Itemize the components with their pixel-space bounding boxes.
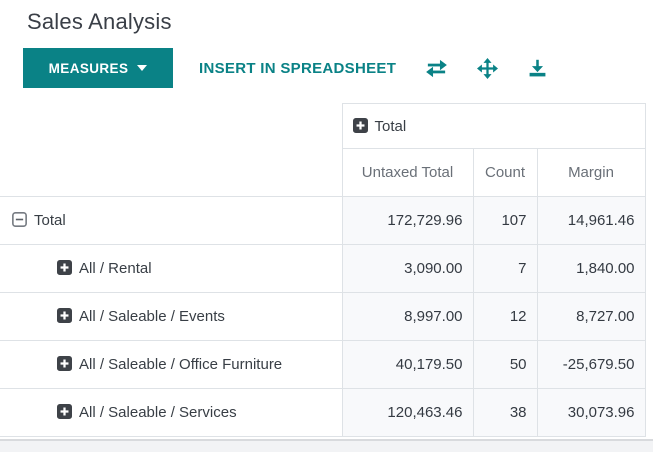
cell-untaxed-total: 172,729.96 bbox=[341, 196, 474, 245]
download-button[interactable] bbox=[528, 59, 547, 78]
measure-header-count[interactable]: Count bbox=[472, 148, 538, 197]
cell-untaxed-total: 8,997.00 bbox=[341, 292, 474, 341]
pivot-toolbar: MEASURES INSERT IN SPREADSHEET bbox=[23, 48, 653, 88]
cell-margin: 30,073.96 bbox=[536, 388, 646, 437]
measure-header-margin[interactable]: Margin bbox=[536, 148, 646, 197]
row-label: All / Saleable / Services bbox=[79, 404, 237, 421]
table-row: All / Saleable / Office Furniture 40,179… bbox=[0, 340, 646, 389]
measure-header-untaxed-total[interactable]: Untaxed Total bbox=[341, 148, 474, 197]
plus-square-icon[interactable] bbox=[352, 117, 368, 133]
download-icon bbox=[528, 59, 547, 78]
row-label: All / Saleable / Office Furniture bbox=[79, 356, 283, 373]
cell-margin: -25,679.50 bbox=[536, 340, 646, 389]
table-row: All / Rental 3,090.00 7 1,840.00 bbox=[0, 244, 646, 293]
plus-square-icon[interactable] bbox=[57, 404, 72, 419]
expand-all-button[interactable] bbox=[477, 57, 499, 79]
plus-square-icon[interactable] bbox=[57, 260, 72, 275]
insert-in-spreadsheet-button[interactable]: INSERT IN SPREADSHEET bbox=[199, 60, 396, 77]
cell-count: 38 bbox=[472, 388, 538, 437]
row-header-all-saleable-office-furniture[interactable]: All / Saleable / Office Furniture bbox=[0, 340, 342, 389]
pivot-corner-cell bbox=[0, 148, 342, 197]
cell-untaxed-total: 120,463.46 bbox=[341, 388, 474, 437]
next-row-edge bbox=[0, 439, 653, 452]
plus-square-icon[interactable] bbox=[57, 356, 72, 371]
cell-margin: 14,961.46 bbox=[536, 196, 646, 245]
move-arrows-icon bbox=[477, 57, 499, 79]
pivot-corner-cell bbox=[0, 103, 342, 149]
flip-axis-button[interactable] bbox=[426, 59, 448, 78]
measures-button[interactable]: MEASURES bbox=[23, 48, 173, 88]
row-label: Total bbox=[34, 212, 66, 229]
table-row: All / Saleable / Services 120,463.46 38 … bbox=[0, 388, 646, 437]
column-group-header-total[interactable]: Total bbox=[341, 103, 646, 149]
minus-square-icon[interactable] bbox=[12, 212, 27, 227]
table-row: Total 172,729.96 107 14,961.46 bbox=[0, 196, 646, 245]
cell-untaxed-total: 40,179.50 bbox=[341, 340, 474, 389]
plus-square-icon[interactable] bbox=[57, 308, 72, 323]
caret-down-icon bbox=[137, 65, 148, 71]
row-header-total[interactable]: Total bbox=[0, 196, 342, 245]
table-row: All / Saleable / Events 8,997.00 12 8,72… bbox=[0, 292, 646, 341]
page-title: Sales Analysis bbox=[27, 9, 172, 34]
exchange-arrows-icon bbox=[426, 59, 448, 78]
row-label: All / Saleable / Events bbox=[79, 308, 225, 325]
cell-count: 12 bbox=[472, 292, 538, 341]
row-header-all-saleable-services[interactable]: All / Saleable / Services bbox=[0, 388, 342, 437]
cell-count: 50 bbox=[472, 340, 538, 389]
measures-button-label: MEASURES bbox=[48, 60, 129, 76]
cell-untaxed-total: 3,090.00 bbox=[341, 244, 474, 293]
row-header-all-rental[interactable]: All / Rental bbox=[0, 244, 342, 293]
cell-margin: 8,727.00 bbox=[536, 292, 646, 341]
row-header-all-saleable-events[interactable]: All / Saleable / Events bbox=[0, 292, 342, 341]
cell-count: 7 bbox=[472, 244, 538, 293]
cell-margin: 1,840.00 bbox=[536, 244, 646, 293]
column-group-label: Total bbox=[374, 117, 407, 135]
row-label: All / Rental bbox=[79, 260, 152, 277]
pivot-table: Total Untaxed Total Count Margin Total 1… bbox=[0, 103, 646, 437]
cell-count: 107 bbox=[472, 196, 538, 245]
